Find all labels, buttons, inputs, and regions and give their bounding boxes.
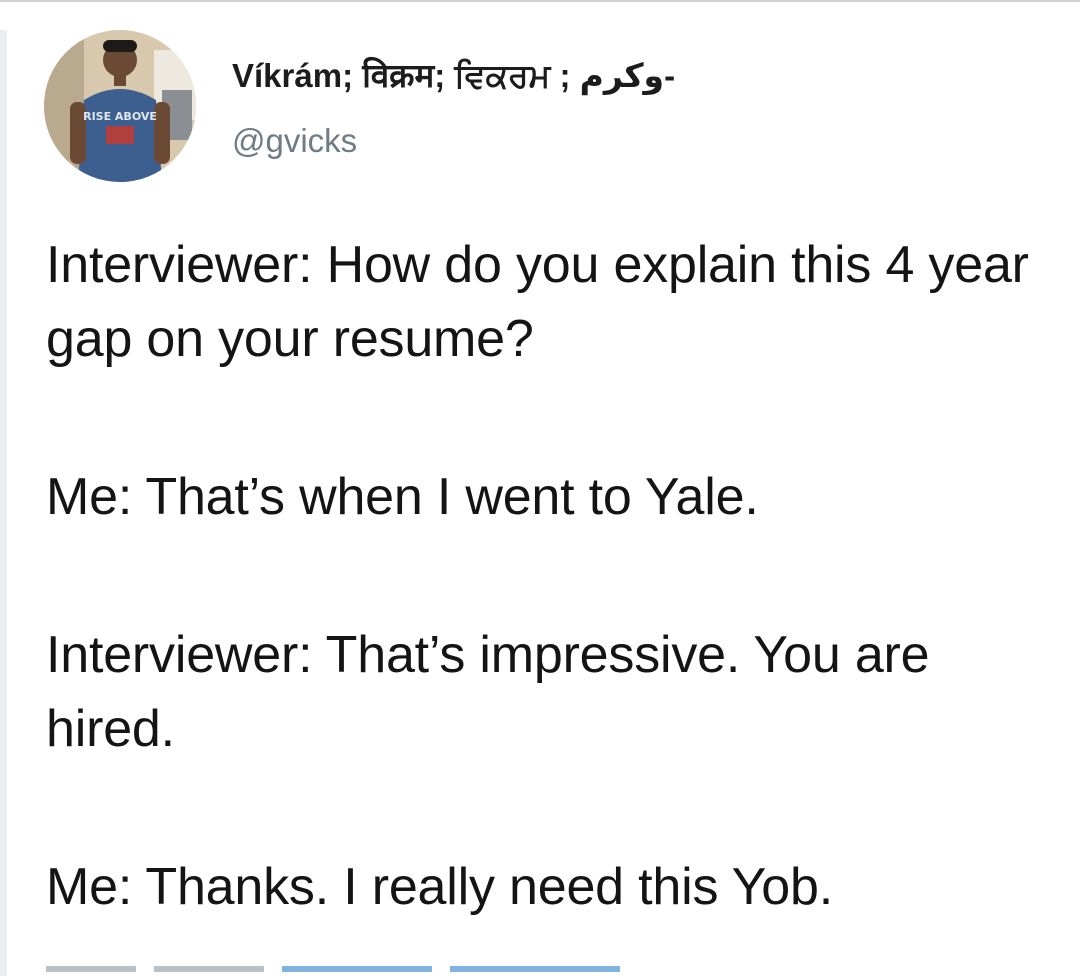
tweet-paragraph: Me: Thanks. I really need this Yob. xyxy=(46,858,833,916)
tweet-paragraph: Interviewer: How do you explain this 4 y… xyxy=(46,236,1029,368)
avatar-shirt-text: RISE ABOVE xyxy=(83,110,157,123)
tweet-paragraph: Interviewer: That’s impressive. You are … xyxy=(46,626,930,758)
author-handle[interactable]: @gvicks xyxy=(232,122,357,160)
avatar-photo: RISE ABOVE xyxy=(44,30,196,182)
top-divider xyxy=(0,0,1080,2)
tweet-text: Interviewer: How do you explain this 4 y… xyxy=(46,228,1066,976)
author-display-name[interactable]: Víkrám; विक्रम; ਵਿਕਰਮ ; وکرم- xyxy=(232,52,675,97)
avatar[interactable]: RISE ABOVE xyxy=(44,30,196,182)
tweet-timestamp-cropped xyxy=(46,966,746,976)
tweet-screenshot: RISE ABOVE Víkrám; विक्रम; ਵਿਕਰਮ ; وکرم-… xyxy=(0,0,1080,976)
left-edge-strip xyxy=(0,30,7,976)
tweet-paragraph: Me: That’s when I went to Yale. xyxy=(46,468,759,526)
